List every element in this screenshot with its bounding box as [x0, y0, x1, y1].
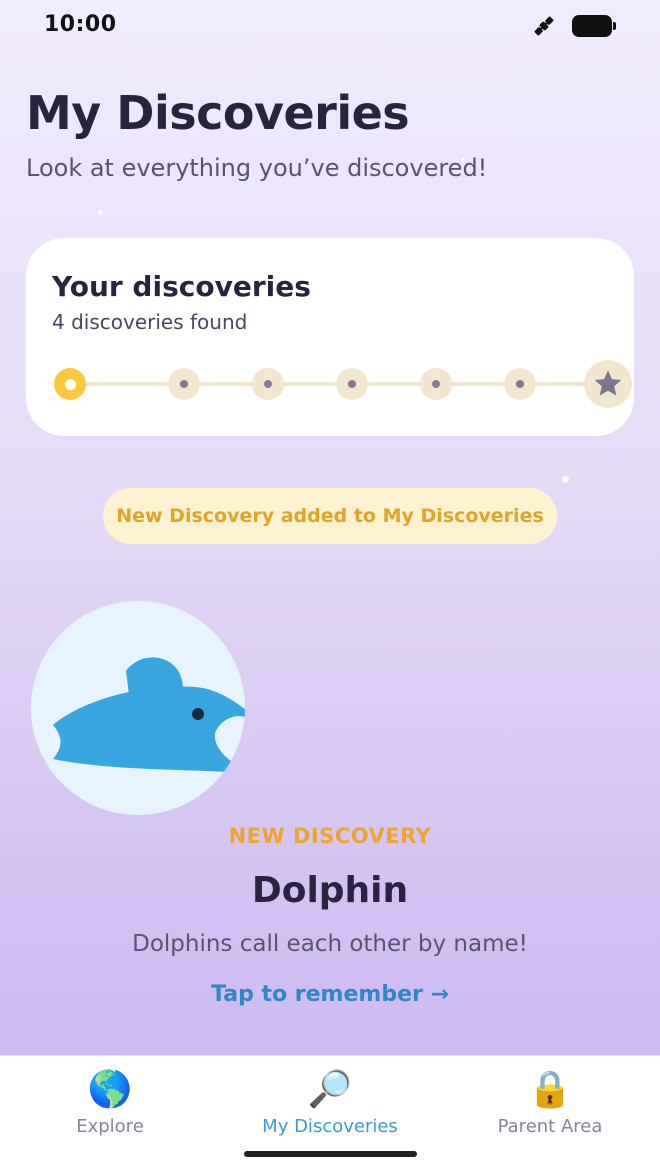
status-bar: 10:00	[0, 0, 660, 54]
progress-step	[336, 368, 368, 400]
tab-label: Explore	[76, 1116, 144, 1137]
progress-step-current	[54, 368, 86, 400]
tab-label: Parent Area	[497, 1116, 603, 1137]
dolphin-image[interactable]	[31, 601, 245, 815]
lock-icon: 🔒	[527, 1069, 573, 1110]
status-icons	[532, 14, 616, 38]
new-discovery-toast: New Discovery added to My Discoveries	[103, 488, 557, 544]
home-indicator	[244, 1151, 417, 1157]
tab-label: My Discoveries	[262, 1116, 398, 1137]
progress-track	[54, 360, 632, 408]
discoveries-count: 4 discoveries found	[52, 310, 248, 334]
progress-step	[420, 368, 452, 400]
sparkle-decoration	[98, 210, 103, 215]
progress-step	[168, 368, 200, 400]
globe-icon: 🌎	[87, 1069, 133, 1110]
status-time: 10:00	[44, 12, 117, 37]
progress-step	[504, 368, 536, 400]
page-subtitle: Look at everything you’ve discovered!	[26, 154, 488, 182]
battery-icon	[572, 15, 616, 37]
progress-step	[252, 368, 284, 400]
progress-goal	[584, 360, 632, 408]
discovery-name: Dolphin	[251, 870, 409, 911]
sparkle-decoration	[562, 476, 569, 483]
tap-to-remember-link[interactable]: Tap to remember →	[0, 982, 660, 1007]
discovery-fact: Dolphins call each other by name!	[132, 931, 528, 957]
magnifier-icon: 🔎	[307, 1069, 353, 1110]
tab-explore[interactable]: 🌎 Explore	[0, 1068, 220, 1148]
new-discovery-label: NEW DISCOVERY	[228, 824, 432, 848]
sparkle-decoration	[461, 157, 465, 161]
progress-card-title: Your discoveries	[52, 270, 311, 303]
discoveries-progress-card: Your discoveries 4 discoveries found	[26, 238, 634, 436]
tab-parent-area[interactable]: 🔒 Parent Area	[440, 1068, 660, 1148]
page-title: My Discoveries	[26, 86, 410, 140]
star-icon	[594, 370, 622, 396]
tab-my-discoveries[interactable]: 🔎 My Discoveries	[220, 1068, 440, 1148]
satellite-icon	[534, 16, 554, 36]
dolphin-icon	[53, 657, 245, 773]
